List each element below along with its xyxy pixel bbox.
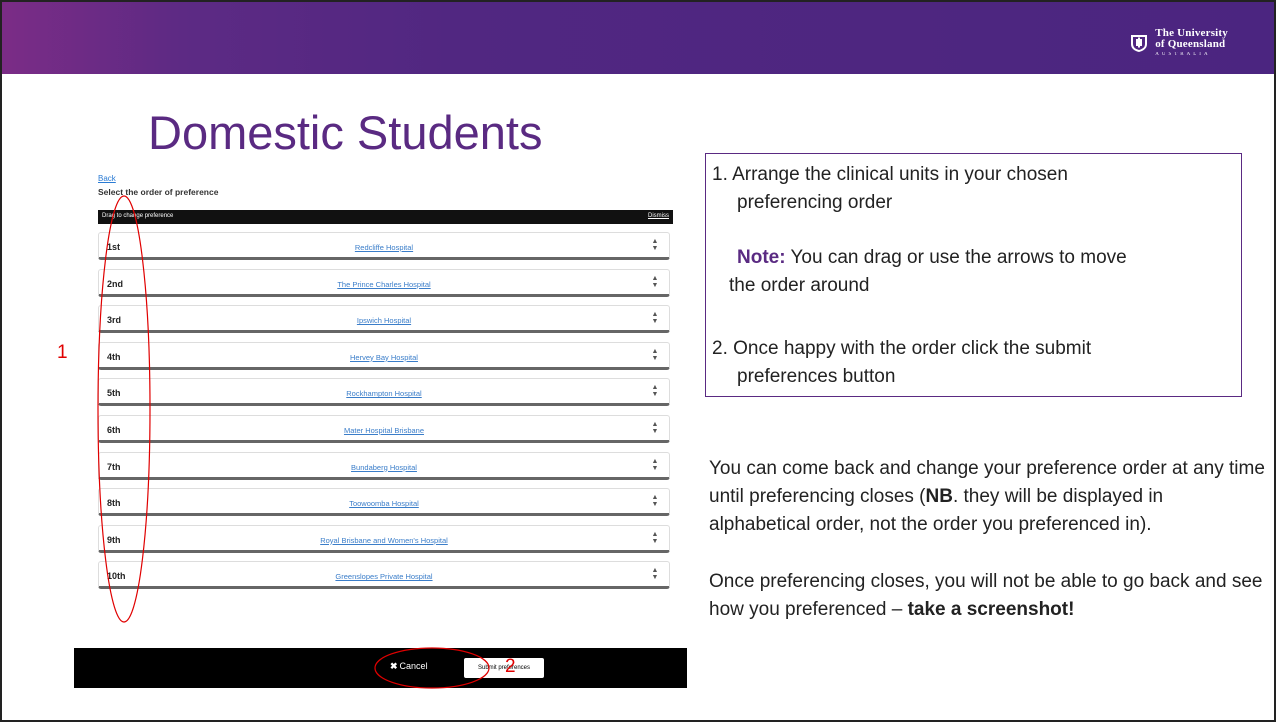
annotation-label-1: 1 [57,342,68,363]
note-line-2: the order around [729,275,870,296]
closing-paragraph: Once preferencing closes, you will not b… [709,568,1269,624]
submit-button-ellipse [374,647,490,689]
note-line-1: Note: You can drag or use the arrows to … [737,244,1127,272]
instructions-box: 1. Arrange the clinical units in your ch… [705,153,1242,397]
step-1-line-1: 1. Arrange the clinical units in your ch… [712,164,1068,185]
step-2-line-2: preferences button [737,366,896,387]
change-preference-paragraph: You can come back and change your prefer… [709,455,1269,539]
note-label: Note: [737,247,786,268]
note-text: You can drag or use the arrows to move [785,247,1127,268]
step-1-line-2: preferencing order [737,192,893,213]
rank-column-ellipse [97,195,151,623]
annotation-label-2: 2 [505,656,516,677]
nb-label: NB [925,486,953,507]
step-2-line-1: 2. Once happy with the order click the s… [712,338,1092,359]
screenshot-reminder: take a screenshot! [907,599,1075,620]
